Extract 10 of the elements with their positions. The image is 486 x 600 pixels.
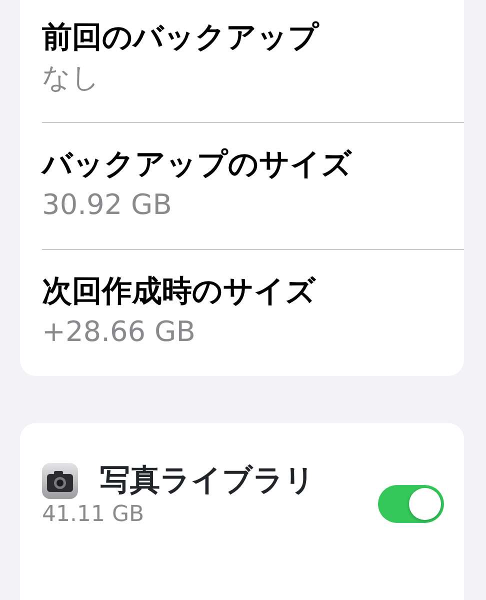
info-label: 次回作成時のサイズ <box>42 273 316 311</box>
app-size: 41.11 GB <box>42 501 144 529</box>
info-value: +28.66 GB <box>42 314 196 350</box>
info-value: 30.92 GB <box>42 187 172 223</box>
info-label: バックアップのサイズ <box>42 146 352 184</box>
toggle-switch[interactable] <box>378 485 444 523</box>
info-label: 前回のバックアップ <box>42 19 319 57</box>
camera-icon <box>42 463 78 499</box>
info-value: なし <box>42 60 100 96</box>
app-name: 写真ライブラリ <box>100 462 315 500</box>
